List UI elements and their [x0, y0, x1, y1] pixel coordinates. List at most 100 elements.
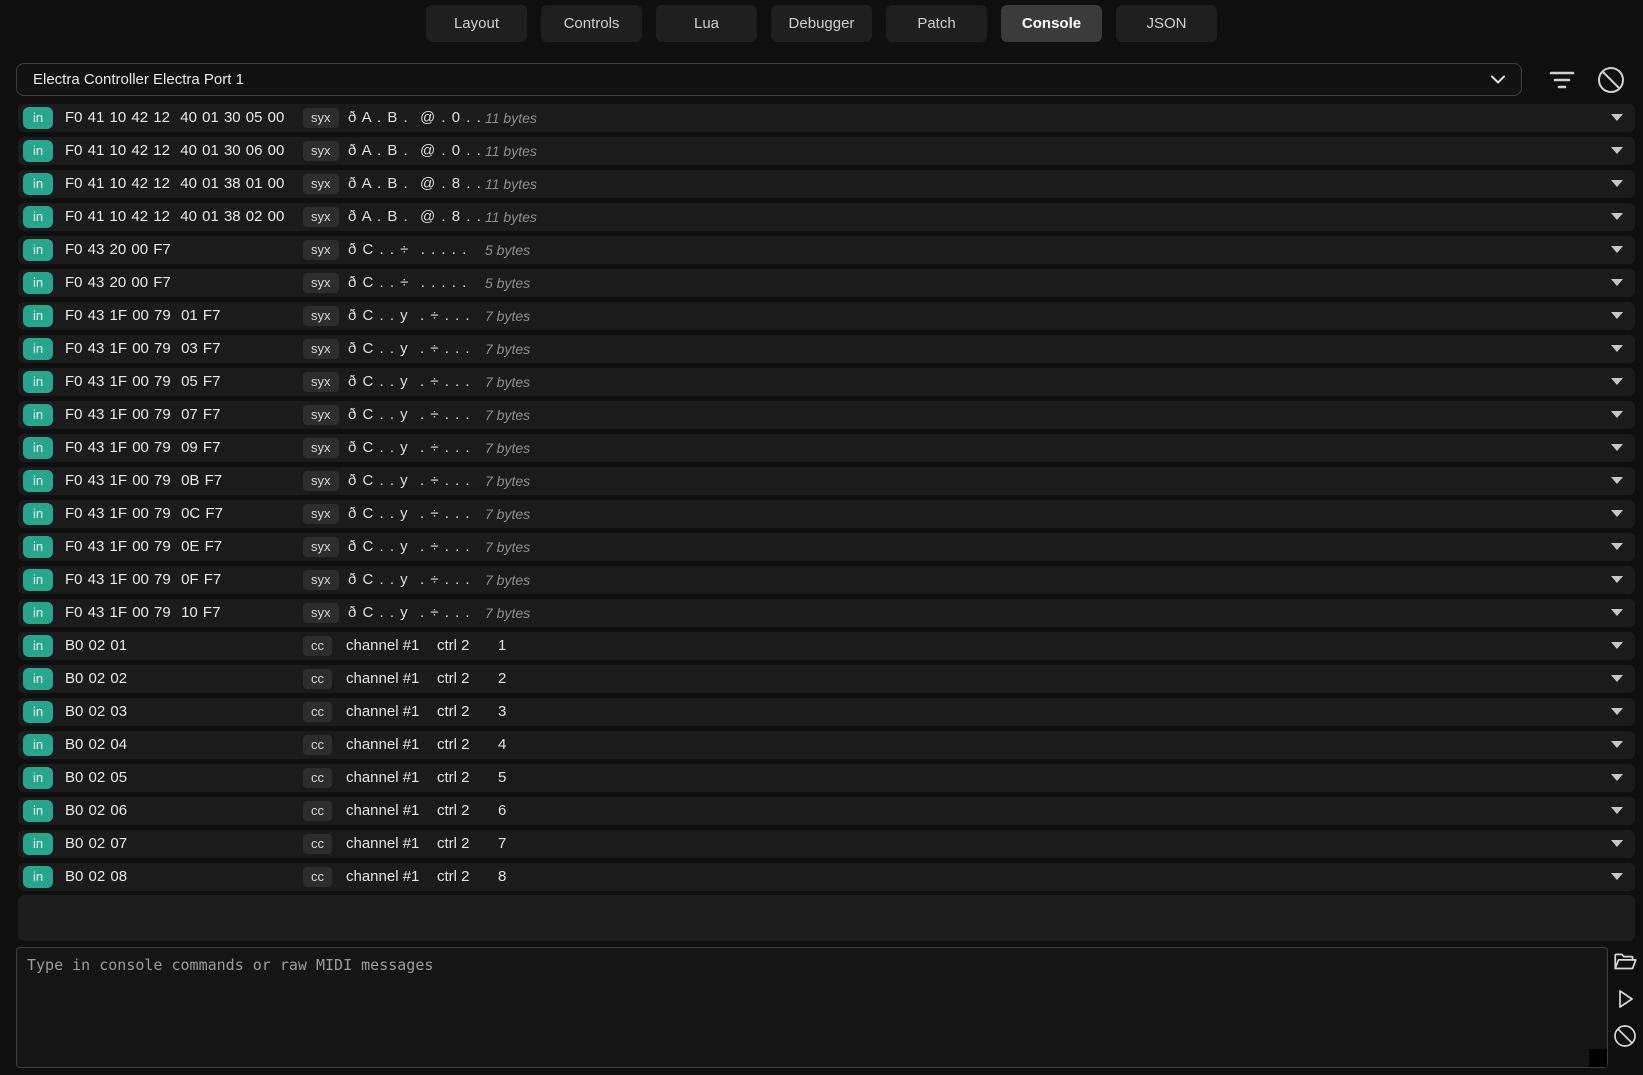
byte-count: 7 bytes [485, 500, 530, 528]
chevron-down-icon[interactable] [1611, 236, 1623, 264]
log-row[interactable]: inF0 43 1F 00 79 09 F7syxð C . . y . ÷ .… [18, 434, 1635, 462]
chevron-down-icon[interactable] [1611, 104, 1623, 132]
chevron-down-icon[interactable] [1611, 500, 1623, 528]
log-row[interactable]: inB0 02 05ccchannel #1ctrl 25 [18, 764, 1635, 792]
chevron-down-icon[interactable] [1611, 632, 1623, 660]
log-row[interactable]: inF0 43 1F 00 79 10 F7syxð C . . y . ÷ .… [18, 599, 1635, 627]
message-type-badge: cc [303, 702, 332, 722]
direction-badge: in [23, 173, 53, 195]
tab-layout[interactable]: Layout [426, 5, 527, 42]
chevron-down-icon[interactable] [1611, 335, 1623, 363]
direction-badge: in [23, 833, 53, 855]
chevron-down-icon[interactable] [1611, 368, 1623, 396]
message-type-badge: syx [303, 240, 339, 260]
byte-count: 7 bytes [485, 434, 530, 462]
chevron-down-icon[interactable] [1611, 731, 1623, 759]
controller-label: ctrl 2 [437, 731, 470, 759]
midi-port-select[interactable]: Electra Controller Electra Port 1 [16, 63, 1522, 96]
message-type-badge: syx [303, 108, 339, 128]
log-row[interactable]: inF0 43 1F 00 79 0B F7syxð C . . y . ÷ .… [18, 467, 1635, 495]
log-row[interactable]: inF0 43 1F 00 79 0E F7syxð C . . y . ÷ .… [18, 533, 1635, 561]
console-input[interactable] [16, 947, 1608, 1068]
channel-label: channel #1 [346, 830, 419, 858]
chevron-down-icon[interactable] [1611, 599, 1623, 627]
message-type-badge: syx [303, 471, 339, 491]
controller-value: 2 [498, 665, 506, 693]
chevron-down-icon[interactable] [1611, 764, 1623, 792]
log-row[interactable]: inB0 02 03ccchannel #1ctrl 23 [18, 698, 1635, 726]
hex-bytes: F0 43 1F 00 79 03 F7 [65, 335, 220, 363]
message-type-badge: syx [303, 372, 339, 392]
block-icon[interactable] [1611, 1022, 1639, 1050]
tab-json[interactable]: JSON [1116, 5, 1217, 42]
log-row[interactable]: inF0 43 1F 00 79 05 F7syxð C . . y . ÷ .… [18, 368, 1635, 396]
tab-debugger[interactable]: Debugger [771, 5, 872, 42]
chevron-down-icon[interactable] [1611, 203, 1623, 231]
log-row[interactable]: inF0 43 1F 00 79 0C F7syxð C . . y . ÷ .… [18, 500, 1635, 528]
message-type-badge: syx [303, 174, 339, 194]
log-row[interactable]: inB0 02 07ccchannel #1ctrl 27 [18, 830, 1635, 858]
resize-handle[interactable] [1589, 1049, 1607, 1067]
chevron-down-icon[interactable] [1611, 665, 1623, 693]
chevron-down-icon[interactable] [1611, 566, 1623, 594]
controller-value: 5 [498, 764, 506, 792]
tab-controls[interactable]: Controls [541, 5, 642, 42]
controller-label: ctrl 2 [437, 665, 470, 693]
decoded-text: ð C . . y . ÷ . . . [348, 302, 470, 330]
folder-open-icon[interactable] [1611, 948, 1639, 976]
tab-console[interactable]: Console [1001, 5, 1102, 42]
log-row[interactable]: inF0 41 10 42 12 40 01 30 06 00syxð A . … [18, 137, 1635, 165]
hex-bytes: B0 02 05 [65, 764, 127, 792]
hex-bytes: B0 02 04 [65, 731, 127, 759]
message-type-badge: syx [303, 141, 339, 161]
log-row[interactable]: inB0 02 04ccchannel #1ctrl 24 [18, 731, 1635, 759]
block-icon[interactable] [1596, 65, 1626, 95]
log-row[interactable]: inB0 02 08ccchannel #1ctrl 28 [18, 863, 1635, 891]
chevron-down-icon[interactable] [1611, 533, 1623, 561]
message-type-badge: syx [303, 504, 339, 524]
chevron-down-icon[interactable] [1611, 698, 1623, 726]
log-row[interactable]: inF0 43 20 00 F7syxð C . . ÷ . . . . .5 … [18, 236, 1635, 264]
decoded-text: ð C . . y . ÷ . . . [348, 566, 470, 594]
chevron-down-icon[interactable] [1611, 302, 1623, 330]
chevron-down-icon[interactable] [1611, 269, 1623, 297]
direction-badge: in [23, 239, 53, 261]
chevron-down-icon[interactable] [1611, 467, 1623, 495]
log-row[interactable]: inF0 41 10 42 12 40 01 30 05 00syxð A . … [18, 104, 1635, 132]
log-row[interactable]: inF0 41 10 42 12 40 01 38 01 00syxð A . … [18, 170, 1635, 198]
byte-count: 11 bytes [485, 137, 537, 165]
tab-patch[interactable]: Patch [886, 5, 987, 42]
controller-label: ctrl 2 [437, 698, 470, 726]
chevron-down-icon[interactable] [1611, 830, 1623, 858]
log-row[interactable]: inF0 43 1F 00 79 03 F7syxð C . . y . ÷ .… [18, 335, 1635, 363]
chevron-down-icon[interactable] [1611, 170, 1623, 198]
log-row[interactable]: inF0 41 10 42 12 40 01 38 02 00syxð A . … [18, 203, 1635, 231]
chevron-down-icon[interactable] [1611, 401, 1623, 429]
message-type-badge: cc [303, 669, 332, 689]
chevron-down-icon[interactable] [1611, 863, 1623, 891]
log-row[interactable]: inB0 02 01ccchannel #1ctrl 21 [18, 632, 1635, 660]
message-type-badge: cc [303, 834, 332, 854]
hex-bytes: F0 43 1F 00 79 0E F7 [65, 533, 222, 561]
controller-value: 8 [498, 863, 506, 891]
play-icon[interactable] [1611, 985, 1639, 1013]
direction-badge: in [23, 734, 53, 756]
direction-badge: in [23, 536, 53, 558]
log-row[interactable]: inF0 43 1F 00 79 0F F7syxð C . . y . ÷ .… [18, 566, 1635, 594]
chevron-down-icon[interactable] [1611, 797, 1623, 825]
message-type-badge: cc [303, 801, 332, 821]
tab-lua[interactable]: Lua [656, 5, 757, 42]
message-type-badge: syx [303, 438, 339, 458]
log-row[interactable]: inF0 43 1F 00 79 01 F7syxð C . . y . ÷ .… [18, 302, 1635, 330]
hex-bytes: B0 02 06 [65, 797, 127, 825]
chevron-down-icon [1491, 75, 1505, 84]
chevron-down-icon[interactable] [1611, 434, 1623, 462]
log-row[interactable]: inB0 02 02ccchannel #1ctrl 22 [18, 665, 1635, 693]
chevron-down-icon[interactable] [1611, 137, 1623, 165]
log-row[interactable]: inF0 43 1F 00 79 07 F7syxð C . . y . ÷ .… [18, 401, 1635, 429]
controller-label: ctrl 2 [437, 797, 470, 825]
log-row[interactable]: inF0 43 20 00 F7syxð C . . ÷ . . . . .5 … [18, 269, 1635, 297]
log-row[interactable]: inB0 02 06ccchannel #1ctrl 26 [18, 797, 1635, 825]
filter-icon[interactable] [1548, 66, 1576, 94]
hex-bytes: F0 41 10 42 12 40 01 30 05 00 [65, 104, 284, 132]
